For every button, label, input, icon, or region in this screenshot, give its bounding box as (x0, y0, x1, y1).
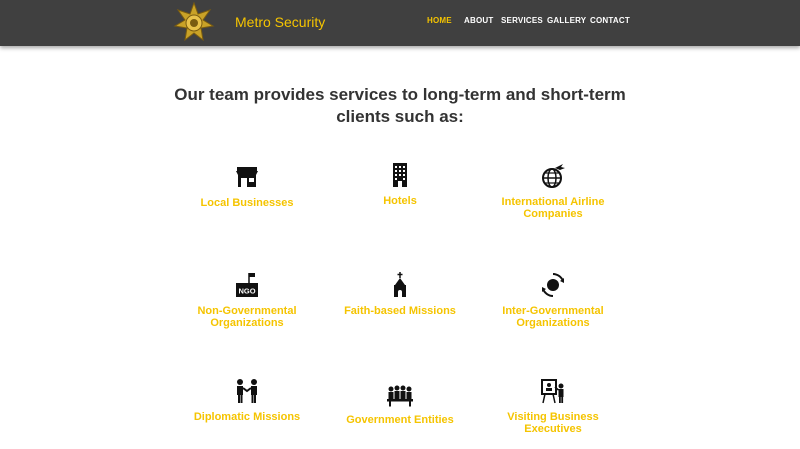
service-label: Diplomatic Missions (193, 411, 301, 423)
service-label-line-2: Executives (524, 423, 582, 435)
service-label: Faith-based Missions (344, 305, 456, 317)
nav-home[interactable]: HOME (427, 16, 452, 25)
service-diplomatic: Diplomatic Missions (172, 377, 322, 423)
heading-line-2: clients such as: (336, 107, 464, 126)
main-nav: HOME ABOUT SERVICES GALLERY CONTACT (0, 16, 800, 30)
service-government-entities: Government Entities (325, 380, 475, 426)
service-faith-based: Faith-based Missions (325, 271, 475, 317)
services-heading: Our team provides services to long-term … (150, 84, 650, 128)
ngo-flag-icon: NGO (236, 273, 258, 297)
heading-line-1: Our team provides services to long-term … (174, 85, 626, 104)
top-header: Metro Security HOME ABOUT SERVICES GALLE… (0, 0, 800, 46)
service-local-businesses: Local Businesses (172, 163, 322, 209)
service-non-governmental: NGO Non-Governmental Organizations (172, 271, 322, 329)
service-label-line-2: Organizations (516, 317, 590, 329)
service-hotels: Hotels (325, 161, 475, 207)
nav-services[interactable]: SERVICES (501, 16, 543, 25)
service-label: Inter-Governmental (502, 305, 604, 317)
service-label: Hotels (383, 195, 417, 207)
service-international-airline: International Airline Companies (478, 162, 628, 220)
service-label-line-2: Companies (523, 208, 583, 220)
hotel-building-icon (393, 163, 407, 187)
service-label: Non-Governmental (197, 305, 297, 317)
nav-contact[interactable]: CONTACT (590, 16, 630, 25)
service-label: International Airline (501, 196, 605, 208)
globe-exchange-icon (542, 273, 564, 297)
presenter-board-icon (541, 379, 564, 404)
service-label: Local Businesses (200, 197, 294, 209)
globe-airplane-icon (542, 164, 565, 188)
service-label-line-2: Organizations (210, 317, 284, 329)
service-label: Visiting Business (507, 411, 599, 423)
church-icon (394, 272, 406, 297)
nav-gallery[interactable]: GALLERY (547, 16, 586, 25)
service-inter-governmental: Inter-Governmental Organizations (478, 271, 628, 329)
nav-about[interactable]: ABOUT (464, 16, 493, 25)
meeting-people-icon (387, 385, 413, 407)
handshake-people-icon (237, 379, 257, 403)
storefront-icon (236, 167, 258, 187)
svg-text:NGO: NGO (238, 287, 255, 296)
service-visiting-executives: Visiting Business Executives (478, 377, 628, 435)
service-label: Government Entities (346, 414, 454, 426)
